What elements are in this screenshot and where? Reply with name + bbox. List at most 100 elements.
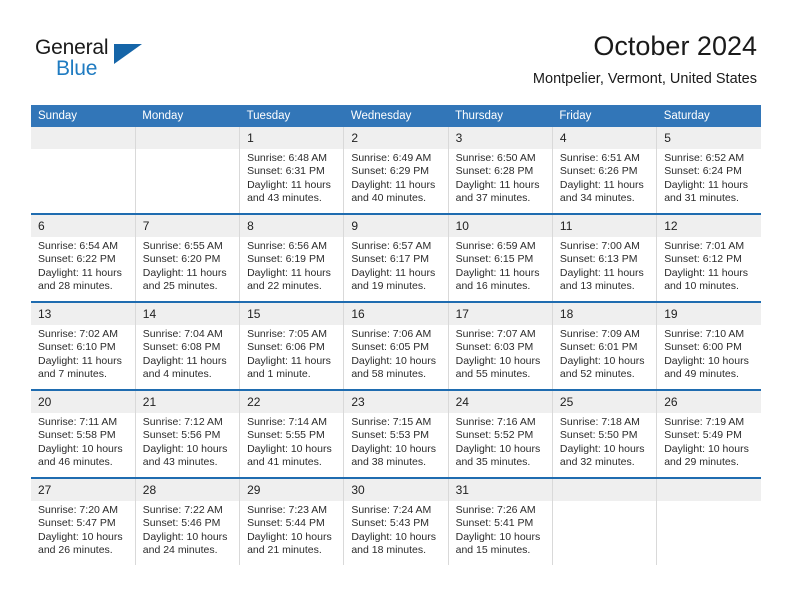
calendar-empty-cell (552, 477, 658, 565)
calendar-day-cell[interactable]: 17 Sunrise: 7:07 AM Sunset: 6:03 PM Dayligh… (448, 301, 553, 390)
location-subtitle: Montpelier, Vermont, United States (532, 71, 757, 87)
day-details: Sunrise: 6:49 AM Sunset: 6:29 PM Daylight:… (344, 149, 447, 206)
day-detail-line: Daylight: 10 hours (38, 530, 123, 543)
day-detail-line: Sunrise: 7:18 AM (559, 416, 640, 428)
day-detail-line: and 4 minutes. (142, 368, 212, 381)
day-details: Sunrise: 6:56 AM Sunset: 6:19 PM Daylight:… (240, 237, 343, 294)
day-number: 28 (135, 479, 240, 501)
calendar-day-cell[interactable]: 6 Sunrise: 6:54 AM Sunset: 6:22 PM Daylight… (31, 213, 136, 302)
day-number (552, 479, 657, 501)
day-number: 2 (344, 127, 448, 149)
calendar-day-cell[interactable]: 18 Sunrise: 7:09 AM Sunset: 6:01 PM Dayligh… (552, 301, 658, 390)
day-details: Sunrise: 7:15 AM Sunset: 5:53 PM Daylight:… (344, 413, 447, 470)
day-detail-line: Sunrise: 7:12 AM (142, 416, 223, 428)
weekday-header-thursday: Thursday (448, 105, 553, 127)
day-detail-line: Sunset: 6:13 PM (559, 253, 638, 266)
day-detail-line: Sunrise: 6:49 AM (351, 152, 432, 164)
day-detail-line: Daylight: 11 hours (142, 266, 227, 279)
calendar-day-cell[interactable]: 25 Sunrise: 7:18 AM Sunset: 5:50 PM Dayligh… (552, 389, 658, 478)
day-detail-line: Sunrise: 6:50 AM (455, 152, 536, 164)
day-number (31, 127, 135, 149)
day-details (553, 501, 656, 504)
day-number: 17 (448, 303, 552, 325)
day-detail-line: and 28 minutes. (38, 280, 113, 293)
day-detail-line: Sunset: 6:01 PM (559, 341, 638, 354)
day-detail-line: and 19 minutes. (351, 280, 427, 293)
day-detail-line: Daylight: 11 hours (664, 266, 749, 279)
calendar-day-cell[interactable]: 30 Sunrise: 7:24 AM Sunset: 5:43 PM Dayligh… (343, 477, 449, 565)
calendar-day-cell[interactable]: 4 Sunrise: 6:51 AM Sunset: 6:26 PM Daylight… (552, 127, 658, 214)
day-number: 30 (344, 479, 448, 501)
day-detail-line: and 21 minutes. (247, 544, 322, 557)
day-detail-line: Sunset: 6:28 PM (455, 165, 534, 178)
day-detail-line: Daylight: 10 hours (247, 442, 332, 455)
calendar-day-cell[interactable]: 22 Sunrise: 7:14 AM Sunset: 5:55 PM Dayligh… (239, 389, 345, 478)
calendar-day-cell[interactable]: 20 Sunrise: 7:11 AM Sunset: 5:58 PM Dayligh… (31, 389, 136, 478)
day-detail-line: Sunset: 6:22 PM (38, 253, 116, 266)
day-detail-line: Sunset: 5:47 PM (38, 517, 116, 530)
brand-logo[interactable]: General Blue (35, 36, 165, 84)
day-detail-line: and 24 minutes. (142, 544, 218, 557)
calendar-day-cell[interactable]: 31 Sunrise: 7:26 AM Sunset: 5:41 PM Dayligh… (448, 477, 553, 565)
calendar-day-cell[interactable]: 2 Sunrise: 6:49 AM Sunset: 6:29 PM Daylight… (343, 127, 449, 214)
day-detail-line: Sunset: 6:15 PM (455, 253, 534, 266)
day-detail-line: Sunrise: 7:10 AM (664, 328, 745, 340)
calendar-day-cell[interactable]: 11 Sunrise: 7:00 AM Sunset: 6:13 PM Dayligh… (552, 213, 658, 302)
calendar-day-cell[interactable]: 14 Sunrise: 7:04 AM Sunset: 6:08 PM Dayligh… (135, 301, 241, 390)
calendar-day-cell[interactable]: 5 Sunrise: 6:52 AM Sunset: 6:24 PM Daylight… (656, 127, 761, 214)
day-details: Sunrise: 7:00 AM Sunset: 6:13 PM Daylight:… (553, 237, 656, 294)
day-detail-line: Sunset: 6:19 PM (247, 253, 325, 266)
day-detail-line: Sunset: 6:26 PM (559, 165, 638, 178)
day-detail-line: Sunrise: 7:19 AM (664, 416, 745, 428)
day-detail-line: Sunset: 5:44 PM (247, 517, 325, 530)
day-detail-line: Daylight: 11 hours (455, 178, 540, 191)
calendar-day-cell[interactable]: 24 Sunrise: 7:16 AM Sunset: 5:52 PM Dayligh… (448, 389, 553, 478)
day-detail-line: Daylight: 11 hours (38, 354, 122, 367)
calendar-day-cell[interactable]: 19 Sunrise: 7:10 AM Sunset: 6:00 PM Dayligh… (656, 301, 761, 390)
day-detail-line: Sunrise: 7:09 AM (559, 328, 640, 340)
calendar-day-cell[interactable]: 12 Sunrise: 7:01 AM Sunset: 6:12 PM Dayligh… (656, 213, 761, 302)
day-number: 6 (31, 215, 135, 237)
day-detail-line: Daylight: 10 hours (351, 354, 436, 367)
day-details: Sunrise: 6:59 AM Sunset: 6:15 PM Daylight:… (449, 237, 552, 294)
day-details: Sunrise: 6:54 AM Sunset: 6:22 PM Daylight:… (31, 237, 135, 294)
calendar-day-cell[interactable]: 26 Sunrise: 7:19 AM Sunset: 5:49 PM Dayligh… (656, 389, 761, 478)
day-detail-line: Sunrise: 7:00 AM (559, 240, 640, 252)
calendar-day-cell[interactable]: 29 Sunrise: 7:23 AM Sunset: 5:44 PM Dayligh… (239, 477, 345, 565)
day-number: 1 (240, 127, 344, 149)
calendar-day-cell[interactable]: 7 Sunrise: 6:55 AM Sunset: 6:20 PM Daylight… (135, 213, 241, 302)
calendar-day-cell[interactable]: 15 Sunrise: 7:05 AM Sunset: 6:06 PM Dayligh… (239, 301, 345, 390)
day-detail-line: Sunset: 6:03 PM (455, 341, 534, 354)
page-title: October 2024 (593, 31, 757, 61)
day-detail-line: Sunrise: 7:20 AM (38, 504, 118, 516)
day-details: Sunrise: 7:07 AM Sunset: 6:03 PM Daylight:… (449, 325, 552, 382)
calendar-day-cell[interactable]: 3 Sunrise: 6:50 AM Sunset: 6:28 PM Daylight… (448, 127, 553, 214)
day-detail-line: Sunset: 5:46 PM (142, 517, 221, 530)
day-detail-line: Daylight: 11 hours (559, 178, 644, 191)
calendar-day-cell[interactable]: 1 Sunrise: 6:48 AM Sunset: 6:31 PM Daylight… (239, 127, 345, 214)
calendar-day-cell[interactable]: 28 Sunrise: 7:22 AM Sunset: 5:46 PM Dayligh… (135, 477, 241, 565)
calendar-day-cell[interactable]: 10 Sunrise: 6:59 AM Sunset: 6:15 PM Dayligh… (448, 213, 553, 302)
day-detail-line: Sunrise: 7:06 AM (351, 328, 432, 340)
calendar-day-cell[interactable]: 9 Sunrise: 6:57 AM Sunset: 6:17 PM Daylight… (343, 213, 449, 302)
day-detail-line: Sunset: 5:58 PM (38, 429, 116, 442)
day-details: Sunrise: 7:06 AM Sunset: 6:05 PM Daylight:… (344, 325, 447, 382)
day-detail-line: and 22 minutes. (247, 280, 322, 293)
calendar-day-cell[interactable]: 13 Sunrise: 7:02 AM Sunset: 6:10 PM Dayligh… (31, 301, 136, 390)
day-detail-line: and 55 minutes. (455, 368, 531, 381)
calendar-day-cell[interactable]: 23 Sunrise: 7:15 AM Sunset: 5:53 PM Dayligh… (343, 389, 449, 478)
day-number (657, 479, 761, 501)
day-details: Sunrise: 7:24 AM Sunset: 5:43 PM Daylight:… (344, 501, 447, 558)
day-number: 13 (31, 303, 135, 325)
day-number: 22 (240, 391, 344, 413)
calendar-day-cell[interactable]: 16 Sunrise: 7:06 AM Sunset: 6:05 PM Dayligh… (343, 301, 449, 390)
calendar-day-cell[interactable]: 27 Sunrise: 7:20 AM Sunset: 5:47 PM Dayligh… (31, 477, 136, 565)
day-detail-line: Sunset: 6:17 PM (351, 253, 429, 266)
calendar-day-cell[interactable]: 8 Sunrise: 6:56 AM Sunset: 6:19 PM Daylight… (239, 213, 345, 302)
day-detail-line: Sunset: 6:12 PM (664, 253, 742, 266)
calendar-day-cell[interactable]: 21 Sunrise: 7:12 AM Sunset: 5:56 PM Dayligh… (135, 389, 241, 478)
day-number: 26 (657, 391, 761, 413)
brand-name-blue: Blue (56, 57, 98, 80)
day-detail-line: Sunrise: 6:51 AM (559, 152, 640, 164)
triangle-logo-icon (114, 44, 142, 64)
